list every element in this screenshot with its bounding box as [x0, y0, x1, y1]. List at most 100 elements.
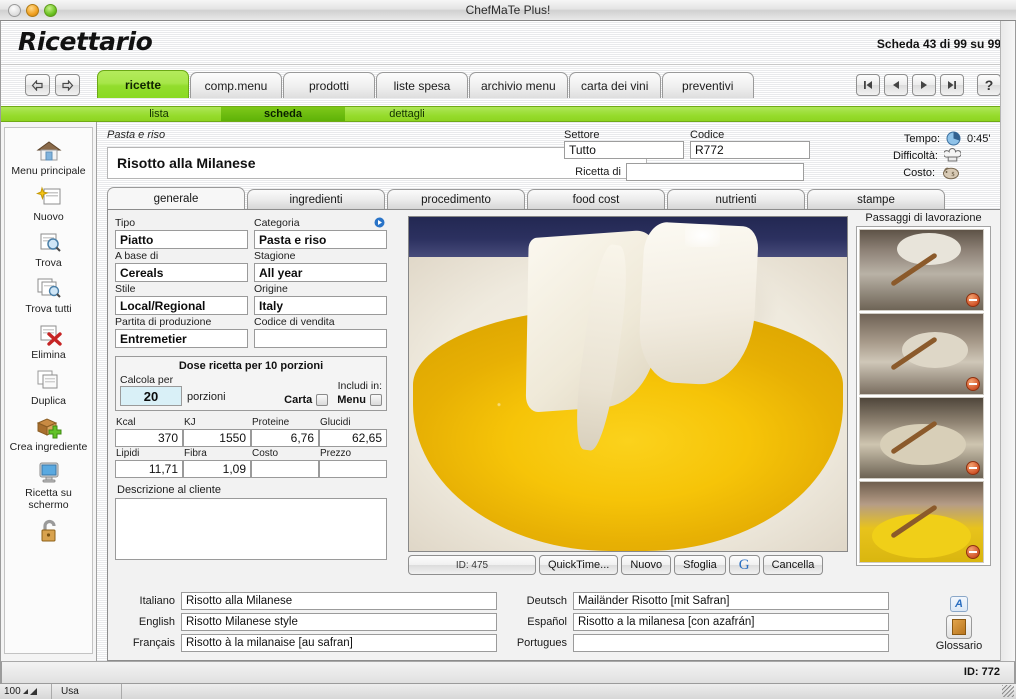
subnav-item-lista[interactable]: lista: [97, 107, 221, 121]
vertical-scrollbar[interactable]: [1000, 21, 1015, 683]
recipe-photo[interactable]: [408, 216, 848, 552]
stagione-input[interactable]: All year: [254, 263, 387, 282]
codice-vendita-input[interactable]: [254, 329, 387, 348]
duplicate-icon: [5, 367, 92, 394]
proteine-value[interactable]: 6,76: [251, 429, 319, 447]
sidebar-item-nuovo[interactable]: Nuovo: [5, 181, 92, 226]
prev-record-button[interactable]: [884, 74, 908, 96]
translation-espanol: Español Risotto a la milanesa [con azafr…: [507, 612, 889, 632]
remove-icon[interactable]: [966, 377, 980, 391]
zoom-in-icon[interactable]: [29, 688, 37, 695]
fibra-value[interactable]: 1,09: [183, 460, 251, 478]
last-record-button[interactable]: [940, 74, 964, 96]
quicktime-button[interactable]: QuickTime...: [539, 555, 619, 575]
sidebar-item-trova-tutti[interactable]: Trova tutti: [5, 273, 92, 318]
remove-icon[interactable]: [966, 461, 980, 475]
first-record-button[interactable]: [856, 74, 880, 96]
sidebar-item-trova[interactable]: Trova: [5, 227, 92, 272]
settore-field[interactable]: Tutto: [564, 141, 684, 159]
sidebar-item-crea-ingrediente[interactable]: Crea ingrediente: [5, 411, 92, 456]
kj-label: KJ: [184, 417, 196, 428]
tab-ingredienti[interactable]: ingredienti: [247, 189, 385, 209]
espanol-input[interactable]: Risotto a la milanesa [con azafrán]: [573, 613, 889, 631]
sidebar-item-elimina[interactable]: Elimina: [5, 319, 92, 364]
translation-italiano: Italiano Risotto alla Milanese: [115, 591, 497, 611]
prezzo-value[interactable]: [319, 460, 387, 478]
passaggio-thumbnail-2[interactable]: [859, 313, 984, 395]
sidebar-item-duplica[interactable]: Duplica: [5, 365, 92, 410]
module-tab-comp-menu[interactable]: comp.menu: [190, 72, 282, 98]
passaggio-thumbnail-4[interactable]: [859, 481, 984, 563]
cancella-button[interactable]: Cancella: [762, 555, 824, 575]
zoom-out-icon[interactable]: [22, 689, 28, 694]
forward-button[interactable]: [55, 74, 80, 96]
portugues-input[interactable]: [573, 634, 889, 652]
tab-generale[interactable]: generale: [107, 187, 245, 209]
passaggio-thumbnail-1[interactable]: [859, 229, 984, 311]
carta-checkbox[interactable]: [316, 394, 329, 406]
chevron-right-icon[interactable]: [374, 217, 385, 228]
subnav-item-dettagli[interactable]: dettagli: [345, 107, 469, 121]
sidebar-item-ricetta-su-schermo[interactable]: Ricetta su schermo: [5, 457, 92, 514]
calcola-per-input[interactable]: 20: [120, 386, 182, 406]
costo-field-value[interactable]: [251, 460, 319, 478]
costo-row: Costo: $: [835, 164, 1007, 181]
sidebar-item-label: Ricetta su schermo: [25, 487, 72, 511]
kcal-value[interactable]: 370: [115, 429, 183, 447]
book-icon[interactable]: [946, 615, 972, 639]
next-record-button[interactable]: [912, 74, 936, 96]
module-tab-preventivi[interactable]: preventivi: [661, 72, 754, 98]
tipo-input[interactable]: Piatto: [115, 230, 248, 249]
sidebar-item-menu-principale[interactable]: Menu principale: [5, 135, 92, 180]
includi-group: Includi in: Carta Menu: [284, 380, 382, 406]
tab-nutrienti[interactable]: nutrienti: [667, 189, 805, 209]
module-tab-archivio-menu[interactable]: archivio menu: [469, 72, 568, 98]
module-tab-carta-dei-vini[interactable]: carta dei vini: [568, 72, 661, 98]
origine-input[interactable]: Italy: [254, 296, 387, 315]
zoom-controls[interactable]: 100: [0, 684, 52, 699]
kj-value[interactable]: 1550: [183, 429, 251, 447]
form-row-4: Partita di produzione Entremetier Codice…: [115, 315, 387, 348]
module-tab-prodotti[interactable]: prodotti: [283, 72, 375, 98]
tab-food-cost[interactable]: food cost: [527, 189, 665, 209]
a-base-di-input[interactable]: Cereals: [115, 263, 248, 282]
glucidi-value[interactable]: 62,65: [319, 429, 387, 447]
sidebar-item-label: Duplica: [30, 395, 67, 407]
google-button[interactable]: G: [728, 555, 760, 575]
last-record-icon: [948, 81, 956, 89]
francais-input[interactable]: Risotto à la milanaise [au safran]: [181, 634, 497, 652]
remove-icon[interactable]: [966, 545, 980, 559]
descrizione-textarea[interactable]: [115, 498, 387, 560]
sidebar-items: Menu principale Nuovo Trova Trova tutti …: [4, 127, 93, 654]
italiano-input[interactable]: Risotto alla Milanese: [181, 592, 497, 610]
sidebar-item-lock[interactable]: [5, 515, 92, 548]
module-tab-ricette[interactable]: ricette: [97, 70, 189, 98]
codice-field[interactable]: R772: [690, 141, 810, 159]
deutsch-input[interactable]: Mailänder Risotto [mit Safran]: [573, 592, 889, 610]
tab-stampe[interactable]: stampe: [807, 189, 945, 209]
partita-input[interactable]: Entremetier: [115, 329, 248, 348]
sidebar-item-label: Menu principale: [11, 165, 86, 177]
menu-checkbox[interactable]: [370, 394, 382, 406]
tab-procedimento[interactable]: procedimento: [387, 189, 525, 209]
english-input[interactable]: Risotto Milanese style: [181, 613, 497, 631]
stile-input[interactable]: Local/Regional: [115, 296, 248, 315]
back-button[interactable]: [25, 74, 50, 96]
passaggio-thumbnail-3[interactable]: [859, 397, 984, 479]
categoria-input[interactable]: Pasta e riso: [254, 230, 387, 249]
subnav-item-scheda[interactable]: scheda: [221, 107, 345, 121]
font-button[interactable]: A: [950, 596, 968, 612]
help-button[interactable]: ?: [977, 74, 1001, 96]
ricetta-di-field[interactable]: [626, 163, 804, 181]
nutrient-lipidi: Lipidi 11,71: [115, 447, 183, 478]
remove-icon[interactable]: [966, 293, 980, 307]
mode-indicator[interactable]: Usa: [52, 684, 122, 699]
nuovo-photo-button[interactable]: Nuovo: [621, 555, 672, 575]
lipidi-value[interactable]: 11,71: [115, 460, 183, 478]
next-record-icon: [921, 81, 927, 89]
record-id: ID: 772: [963, 666, 1000, 678]
module-tab-liste-spesa[interactable]: liste spesa: [376, 72, 468, 98]
resize-grip[interactable]: [1002, 685, 1014, 697]
sfoglia-button[interactable]: Sfoglia: [674, 555, 726, 575]
nutrient-costo: Costo: [251, 447, 319, 478]
